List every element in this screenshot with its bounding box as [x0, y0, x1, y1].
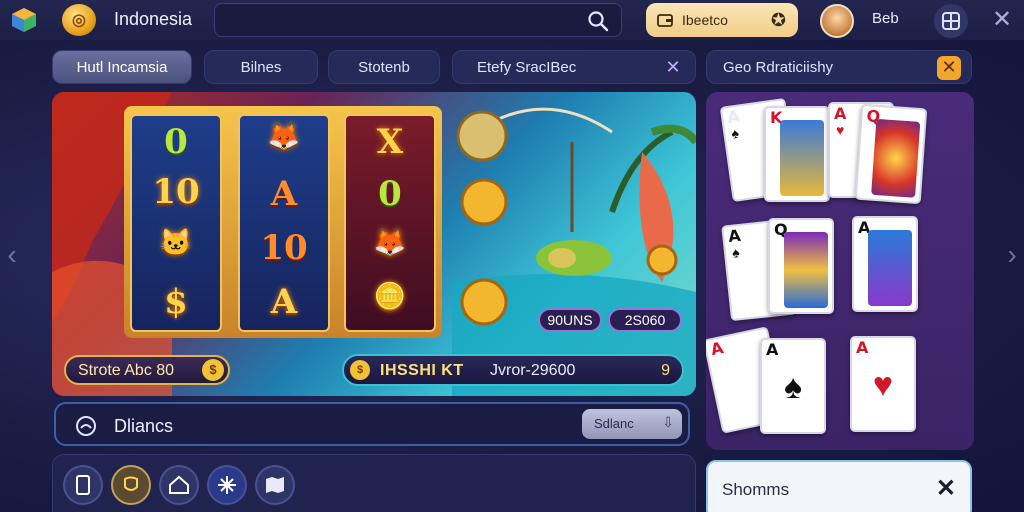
search-box[interactable]: [214, 3, 622, 37]
card-suit: ♥: [836, 122, 845, 138]
sparkle-icon[interactable]: [207, 465, 247, 505]
close-tab-icon[interactable]: ✕: [661, 56, 685, 80]
shield-icon[interactable]: [111, 465, 151, 505]
tab-label: Etefy SracIBec: [477, 58, 577, 76]
card-suit: ♠: [730, 124, 740, 142]
promo-button[interactable]: Strote Abc 80 $: [64, 355, 230, 385]
jackpot-ticker[interactable]: $ IHSSHI KT Jvror-29600 9: [342, 354, 684, 386]
ticker-value: Jvror-29600: [490, 362, 576, 379]
bottom-nav: [52, 454, 696, 512]
account-label: Ibeetco: [682, 12, 728, 28]
map-icon[interactable]: [255, 465, 295, 505]
filter-select[interactable]: Sdlanc ⇩: [582, 409, 682, 439]
fox-icon: 🦊: [267, 122, 301, 152]
reel-symbol: 10: [260, 228, 308, 268]
cat-icon: 🐱: [159, 228, 193, 258]
reel-symbol: 0: [378, 174, 402, 214]
phone-icon[interactable]: [63, 465, 103, 505]
filter-label: Dliancs: [114, 416, 174, 436]
card-rank: A: [725, 106, 741, 128]
hero-banner[interactable]: 0 10 🐱 $ 🦊 A 10 A X 0 🦊 🪙 90UNS 2S060 St…: [52, 92, 696, 396]
next-arrow-icon[interactable]: ›: [1002, 240, 1022, 270]
card-suit: ♠: [731, 243, 741, 261]
tab-stotenb[interactable]: Stotenb: [328, 50, 440, 84]
reel-symbol: X: [376, 122, 404, 162]
chat-icon: [76, 416, 96, 436]
fox-icon: 🦊: [373, 228, 407, 258]
coin-icon: $: [202, 359, 224, 381]
card-suit: ♠: [783, 368, 803, 406]
playing-card: A ♥: [850, 336, 916, 432]
house-icon[interactable]: [159, 465, 199, 505]
arrow-down-icon: ⇩: [662, 414, 674, 430]
top-bar: ◎ Indonesia Ibeetco ✪ Beb ✕: [0, 0, 1024, 40]
coin-icon: $: [350, 360, 370, 380]
search-icon[interactable]: [587, 10, 609, 32]
playing-card: A: [852, 216, 918, 312]
favorite-icon[interactable]: ✪: [771, 10, 786, 31]
playing-card: Q: [768, 218, 834, 314]
card-game-panel[interactable]: A ♠ K A ♥ Q A ♠ Q A A A ♠ A ♥: [706, 92, 974, 450]
reel-symbol: A: [270, 282, 298, 322]
tab-bilnes[interactable]: Bilnes: [204, 50, 318, 84]
prev-arrow-icon[interactable]: ‹: [2, 240, 22, 270]
playing-card: Q: [854, 103, 928, 205]
tab-label: Geo Rdraticiishy: [723, 58, 834, 76]
tab-etefy-sracibec[interactable]: Etefy SracIBec ✕: [452, 50, 696, 84]
region-label[interactable]: Indonesia: [114, 9, 192, 30]
card-rank: A: [856, 338, 869, 357]
close-window-icon[interactable]: ✕: [988, 6, 1016, 34]
card-rank: A: [766, 340, 779, 359]
app-logo-icon[interactable]: [10, 6, 38, 34]
stat-chip: 2S060: [608, 308, 682, 332]
playing-card: A ♠: [760, 338, 826, 434]
select-value: Sdlanc: [594, 416, 634, 431]
playing-card: K: [764, 106, 830, 202]
card-rank: A: [834, 104, 847, 123]
reel-1: 0 10 🐱 $: [130, 114, 222, 332]
reel-2: 🦊 A 10 A: [238, 114, 330, 332]
reel-symbol: A: [270, 174, 298, 214]
apps-grid-button[interactable]: [934, 4, 968, 38]
promo-label: Strote Abc 80: [78, 362, 175, 379]
reel-3: X 0 🦊 🪙: [344, 114, 436, 332]
close-icon[interactable]: ✕: [936, 474, 956, 503]
ticker-count: 9: [661, 362, 670, 379]
tab-geo-rdraticiishy[interactable]: Geo Rdraticiishy ✕: [706, 50, 972, 84]
avatar[interactable]: [820, 4, 854, 38]
filter-bar[interactable]: Dliancs Sdlanc ⇩: [54, 402, 690, 446]
stat-chip: 90UNS: [538, 308, 602, 332]
tab-label: Bilnes: [240, 58, 282, 76]
notice-label: Shomms: [722, 480, 790, 499]
search-input[interactable]: [225, 10, 575, 32]
wallet-icon: [657, 14, 673, 27]
account-pill[interactable]: Ibeetco ✪: [646, 3, 798, 37]
card-rank: A: [727, 225, 742, 246]
close-tab-icon[interactable]: ✕: [937, 56, 961, 80]
username[interactable]: Beb: [872, 10, 899, 27]
tab-label: Stotenb: [358, 58, 410, 76]
tab-hutl-incamsia[interactable]: Hutl Incamsia: [52, 50, 192, 84]
coin-stack-icon: 🪙: [373, 282, 407, 312]
card-suit: ♥: [872, 366, 894, 404]
slot-reels: 0 10 🐱 $ 🦊 A 10 A X 0 🦊 🪙: [124, 106, 442, 338]
tab-label: Hutl Incamsia: [76, 58, 168, 76]
reel-symbol: 10: [152, 172, 200, 212]
card-rank: A: [709, 338, 726, 360]
ticker-title: IHSSHI KT: [380, 362, 464, 379]
reel-symbol: 0: [164, 122, 188, 162]
grid-icon: [942, 12, 960, 30]
reel-symbol: $: [164, 282, 188, 322]
coin-icon[interactable]: ◎: [62, 4, 96, 36]
notice-card[interactable]: Shomms ✕: [706, 460, 972, 512]
